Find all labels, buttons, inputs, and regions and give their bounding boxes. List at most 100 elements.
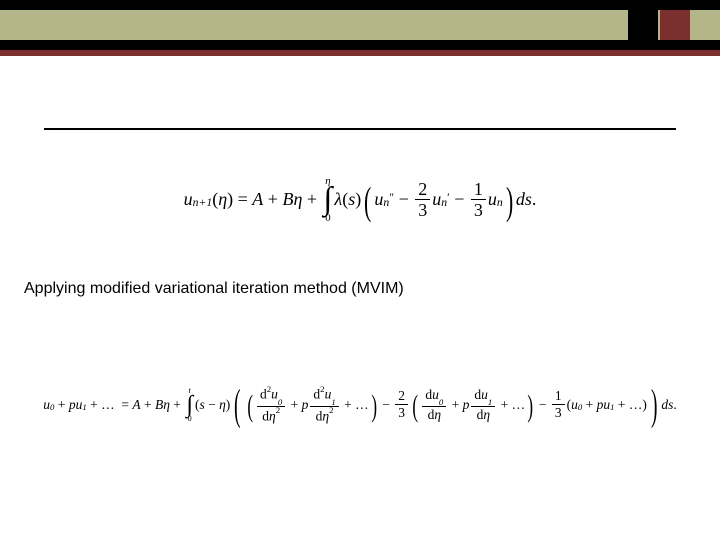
e2-d2u1-den: dη2 [313, 407, 337, 424]
e2-p2: p [302, 397, 309, 413]
e2-plus-10: + [615, 397, 629, 413]
sym-lambda: λ [334, 189, 342, 210]
minus-1: − [394, 189, 413, 210]
bar-stripe-maroon [0, 50, 720, 56]
e2-sub1b: 1 [610, 402, 614, 412]
e2-plus-6: + [341, 397, 355, 413]
e2-23d: 3 [395, 405, 408, 420]
e2-plus-7: + [448, 397, 462, 413]
equation-vim-math: un+1 (η) = A + Bη + η ∫ 0 λ(s) ( un″ − 2… [184, 176, 537, 224]
e2-dot: . [673, 397, 676, 413]
e2-plus-8: + [497, 397, 511, 413]
e2-sub0b: 0 [578, 402, 582, 412]
equation-vim: un+1 (η) = A + Bη + η ∫ 0 λ(s) ( un″ − 2… [0, 160, 720, 240]
e2-d2u1-num: d2u1 [310, 386, 338, 406]
e2-plus-1: + [54, 397, 68, 413]
rparen-2: ) [355, 189, 361, 210]
sym-eta: η [218, 189, 227, 210]
e2-plus-3: + [141, 397, 155, 413]
sub-n-plus-1: n+1 [193, 196, 213, 209]
e2-d2u0-num: d2u0 [257, 386, 285, 406]
square-maroon [660, 10, 690, 40]
dprime: ″ [389, 191, 394, 204]
e2-u1b: u [603, 397, 610, 413]
plus-2: + [302, 189, 321, 210]
e2-minus: − [205, 397, 219, 413]
e2-int-symbol: ∫ [186, 395, 193, 414]
e2-plus-5: + [287, 397, 301, 413]
e2-p1: p [69, 397, 76, 413]
dot-1: . [532, 189, 537, 210]
e2-13d: 3 [552, 405, 565, 420]
e2-ds: ds [661, 397, 673, 413]
e2-frac-d2u1: d2u1 dη2 [310, 386, 338, 423]
equation-mvim-math: u0 + pu1 + … = A + Bη + t ∫ 0 (s − η) ( … [43, 386, 676, 423]
bar-mid-olive [0, 10, 720, 40]
caption-mvim: Applying modified variational iteration … [24, 280, 404, 298]
e2-A: A [132, 397, 140, 413]
e2-u1: u [76, 397, 83, 413]
e2-plus-9: + [582, 397, 596, 413]
e2-plus-4: + [170, 397, 184, 413]
e2-rp3: ) [642, 397, 647, 413]
sym-s: s [348, 189, 355, 210]
e2-ell-3: … [512, 397, 526, 413]
sym-u: u [184, 189, 193, 210]
den-3: 3 [415, 200, 430, 220]
e2-frac-du1: du1 dη [471, 388, 495, 422]
e2-int-lower: 0 [188, 415, 192, 423]
bar-top-black [0, 0, 720, 10]
frac-2-3: 2 3 [415, 180, 430, 221]
e2-minus-2: − [379, 397, 393, 413]
slide: un+1 (η) = A + Bη + η ∫ 0 λ(s) ( un″ − 2… [0, 0, 720, 540]
sym-un-2: u [432, 189, 441, 210]
e2-u0b: u [571, 397, 578, 413]
sym-ds: ds [516, 189, 532, 210]
e2-p3: p [463, 397, 470, 413]
e2-u0: u [43, 397, 50, 413]
slide-top-bar [0, 0, 720, 56]
e2-ell-4: … [629, 397, 643, 413]
e2-plus-2: + [87, 397, 101, 413]
e2-du1-num: du1 [471, 388, 495, 407]
plus: + [263, 189, 282, 210]
e2-ell-1: … [101, 397, 115, 413]
e2-eta2: η [219, 397, 226, 413]
int-symbol: ∫ [324, 187, 333, 213]
e2-23n: 2 [395, 389, 408, 405]
divider-line [44, 128, 676, 130]
e2-frac-13: 1 3 [552, 389, 565, 420]
int-lower: 0 [325, 213, 330, 224]
e2-eq: = [115, 397, 133, 413]
sym-B: B [282, 189, 293, 210]
equals: = [233, 189, 252, 210]
sym-un: u [374, 189, 383, 210]
e2-du1-den: dη [474, 407, 493, 422]
e2-d2u0-den: dη2 [259, 407, 283, 424]
e2-integral: t ∫ 0 [186, 387, 193, 423]
frac-1-3: 1 3 [471, 180, 486, 221]
e2-eta: η [163, 397, 170, 413]
square-black [628, 10, 658, 40]
num-1: 1 [471, 180, 486, 201]
e2-13n: 1 [552, 389, 565, 405]
e2-p4: p [597, 397, 604, 413]
minus-2: − [450, 189, 469, 210]
num-2: 2 [415, 180, 430, 201]
e2-du0-num: du0 [422, 388, 446, 407]
e2-rp1: ) [226, 397, 231, 413]
e2-B: B [155, 397, 163, 413]
bar-bottom-black [0, 40, 720, 50]
sym-eta-2: η [293, 189, 302, 210]
sym-un-3: u [488, 189, 497, 210]
e2-du0-den: dη [425, 407, 444, 422]
prime: ′ [447, 191, 450, 204]
e2-frac-23: 2 3 [395, 389, 408, 420]
e2-frac-du0: du0 dη [422, 388, 446, 422]
equation-mvim: u0 + pu1 + … = A + Bη + t ∫ 0 (s − η) ( … [10, 360, 710, 450]
e2-ell-2: … [355, 397, 369, 413]
e2-frac-d2u0: d2u0 dη2 [257, 386, 285, 423]
e2-minus-3: − [536, 397, 550, 413]
sym-A: A [252, 189, 263, 210]
e2-sub1: 1 [82, 402, 86, 412]
